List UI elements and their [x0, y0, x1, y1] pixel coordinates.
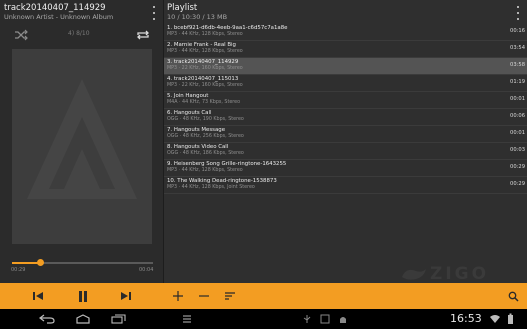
track-duration: 00:03 [510, 147, 525, 153]
playlist-row[interactable]: 4. track20140407_115013 MP3 · 22 KHz, 160… [164, 75, 527, 92]
watermark-text: ZIGO [430, 264, 490, 284]
bottom-control-bar [0, 283, 527, 309]
home-icon[interactable] [72, 312, 94, 326]
track-name: 2. Marnie Frank - Real Big [167, 42, 236, 48]
overflow-menu-icon[interactable] [152, 6, 156, 20]
track-name: 1. bcebf921-d6db-4eeb-9aa1-c6d57c7a1a8e [167, 25, 288, 31]
playlist-row[interactable]: 9. Heisenberg Song Grille-ringtone-16432… [164, 160, 527, 177]
track-name: 8. Hangouts Video Call [167, 144, 229, 150]
track-artist-album: Unknown Artist - Unknown Album [4, 13, 114, 21]
seek-bar[interactable] [12, 259, 153, 266]
time-elapsed: 00:29 [11, 267, 26, 273]
playlist-row[interactable]: 2. Marnie Frank - Real Big MP3 · 44 KHz, … [164, 41, 527, 58]
playlist-row[interactable]: 7. Hangouts Message OGG · 48 KHz, 256 Kbp… [164, 126, 527, 143]
playlist-row[interactable]: 10. The Walking Dead-ringtone-1538873 MP3… [164, 177, 527, 194]
track-duration: 00:01 [510, 96, 525, 102]
playlist-row[interactable]: 3. track20140407_114929 MP3 · 22 KHz, 160… [164, 58, 527, 75]
notification-icon [318, 312, 332, 326]
track-duration: 00:29 [510, 181, 525, 187]
track-duration: 01:19 [510, 79, 525, 85]
track-format: M4A · 44 KHz, 73 Kbps, Stereo [167, 100, 241, 105]
track-name: 4. track20140407_115013 [167, 76, 239, 82]
track-format: MP3 · 44 KHz, 128 Kbps, Joint Stereo [167, 185, 255, 190]
repeat-icon[interactable] [136, 29, 150, 41]
playlist-list: 1. bcebf921-d6db-4eeb-9aa1-c6d57c7a1a8e M… [164, 24, 527, 194]
track-duration: 03:54 [510, 45, 525, 51]
add-icon[interactable] [170, 288, 186, 304]
track-name: 3. track20140407_114929 [167, 59, 239, 65]
recent-apps-icon[interactable] [108, 312, 130, 326]
track-format: MP3 · 44 KHz, 128 Kbps, Stereo [167, 168, 243, 173]
track-name: 9. Heisenberg Song Grille-ringtone-16432… [167, 161, 287, 167]
aimp-logo-icon [27, 79, 137, 199]
track-name: 7. Hangouts Message [167, 127, 226, 133]
volume-indicator[interactable]: 4) 8/10 [68, 30, 90, 37]
seek-bar-progress [12, 262, 41, 264]
playback-options-row: 4) 8/10 [0, 27, 163, 43]
search-icon[interactable] [505, 288, 521, 304]
track-format: MP3 · 22 KHz, 160 Kbps, Stereo [167, 83, 243, 88]
playlist-row[interactable]: 5. Join Hangout M4A · 44 KHz, 73 Kbps, St… [164, 92, 527, 109]
wifi-icon [488, 312, 502, 326]
album-art [12, 49, 152, 244]
system-navigation-bar: 16:53 [0, 309, 527, 329]
track-format: OGG · 48 KHz, 186 Kbps, Stereo [167, 151, 244, 156]
now-playing-pane: track20140407_114929 Unknown Artist - Un… [0, 0, 163, 283]
playlist-row[interactable]: 6. Hangouts Call OGG · 48 KHz, 190 Kbps, … [164, 109, 527, 126]
track-duration: 00:06 [510, 113, 525, 119]
track-title: track20140407_114929 [4, 3, 106, 13]
watermark: ZIGO [392, 263, 527, 285]
track-format: OGG · 48 KHz, 256 Kbps, Stereo [167, 134, 244, 139]
playlist-row[interactable]: 8. Hangouts Video Call OGG · 48 KHz, 186 … [164, 143, 527, 160]
back-icon[interactable] [36, 312, 58, 326]
seek-bar-thumb[interactable] [37, 259, 45, 266]
android-icon [336, 312, 350, 326]
playlist-summary: 10 / 10:30 / 13 MB [167, 13, 228, 21]
track-format: MP3 · 44 KHz, 128 Kbps, Stereo [167, 32, 243, 37]
track-name: 10. The Walking Dead-ringtone-1538873 [167, 178, 277, 184]
track-duration: 00:16 [510, 28, 525, 34]
track-name: 6. Hangouts Call [167, 110, 212, 116]
skip-previous-icon[interactable] [30, 288, 46, 304]
playlist-row[interactable]: 1. bcebf921-d6db-4eeb-9aa1-c6d57c7a1a8e M… [164, 24, 527, 41]
track-duration: 00:29 [510, 164, 525, 170]
playlist-title: Playlist [167, 3, 198, 13]
shuffle-icon[interactable] [14, 29, 28, 41]
usb-icon [300, 312, 314, 326]
remove-icon[interactable] [196, 288, 212, 304]
battery-icon [504, 312, 516, 326]
status-clock: 16:53 [450, 312, 482, 325]
track-format: MP3 · 44 KHz, 128 Kbps, Stereo [167, 49, 243, 54]
track-duration: 03:58 [510, 62, 525, 68]
skip-next-icon[interactable] [118, 288, 134, 304]
sort-icon[interactable] [222, 288, 238, 304]
menu-icon[interactable] [176, 312, 198, 326]
track-format: MP3 · 22 KHz, 160 Kbps, Stereo [167, 66, 243, 71]
pause-icon[interactable] [75, 288, 91, 304]
track-name: 5. Join Hangout [167, 93, 209, 99]
time-total: 00:04 [139, 267, 154, 273]
track-duration: 00:01 [510, 130, 525, 136]
track-format: OGG · 48 KHz, 190 Kbps, Stereo [167, 117, 244, 122]
playlist-overflow-menu-icon[interactable] [516, 6, 520, 20]
